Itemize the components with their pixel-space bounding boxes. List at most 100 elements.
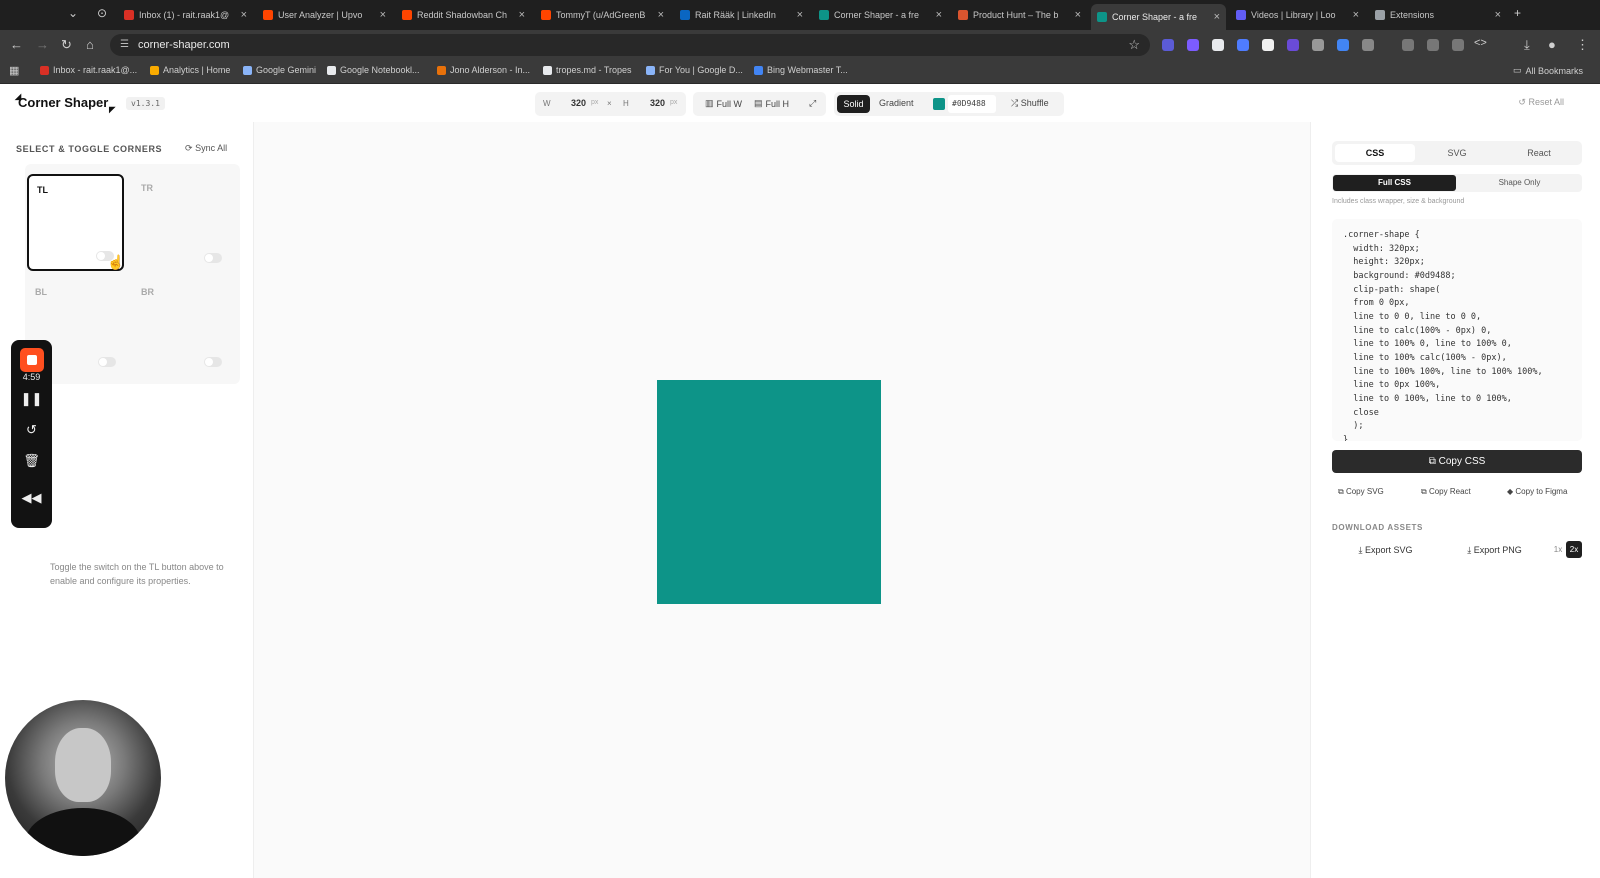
back-icon[interactable]: ← <box>10 37 23 52</box>
code-output[interactable]: .corner-shape { width: 320px; height: 32… <box>1332 219 1582 441</box>
full-width-button[interactable]: ▥ Full W <box>705 98 742 109</box>
restart-icon[interactable]: ↺ <box>11 422 52 438</box>
bookmark-star-icon[interactable]: ☆ <box>1128 37 1140 53</box>
bookmark-item[interactable]: Inbox - rait.raak1@... <box>40 65 137 75</box>
shape-preview[interactable] <box>657 380 881 604</box>
bookmark-item[interactable]: tropes.md - Tropes <box>543 65 632 75</box>
hex-color-input[interactable]: #0D9488 <box>948 95 996 113</box>
copy-css-button[interactable]: ⧉ Copy CSS <box>1332 450 1582 473</box>
browser-tab[interactable]: Rait Rääk | LinkedIn × <box>674 6 809 24</box>
solid-fill-button[interactable]: Solid <box>837 95 870 113</box>
tab-search-icon[interactable]: ⌄ <box>68 6 78 20</box>
tab-close-icon[interactable]: × <box>1214 11 1220 23</box>
reset-all-button[interactable]: ↺ Reset All <box>1518 97 1564 108</box>
scale-2x-button[interactable]: 2x <box>1566 541 1582 558</box>
tab-svg[interactable]: SVG <box>1417 144 1497 162</box>
extension-icon[interactable] <box>1337 39 1349 51</box>
bookmark-item[interactable]: Google Notebookl... <box>327 65 420 75</box>
corner-toggle-tr[interactable] <box>204 253 222 263</box>
extension-icon[interactable] <box>1312 39 1324 51</box>
forward-icon[interactable]: → <box>36 37 49 52</box>
tab-group-icon[interactable]: ⊙ <box>97 6 107 20</box>
extension-icon[interactable] <box>1452 39 1464 51</box>
devtools-icon[interactable]: <> <box>1474 37 1487 49</box>
browser-tab[interactable]: Corner Shaper - a fre × <box>813 6 948 24</box>
tab-css[interactable]: CSS <box>1335 144 1415 162</box>
new-tab-button[interactable]: + <box>1514 6 1521 20</box>
bookmark-item[interactable]: Google Gemini <box>243 65 316 75</box>
all-bookmarks-label: All Bookmarks <box>1525 65 1584 76</box>
export-panel: CSS SVG React Full CSS Shape Only Includ… <box>1310 122 1600 878</box>
all-bookmarks-button[interactable]: ▭ All Bookmarks <box>1513 65 1583 76</box>
tab-close-icon[interactable]: × <box>936 9 942 21</box>
mode-shape-only[interactable]: Shape Only <box>1458 175 1581 191</box>
extension-icon[interactable] <box>1402 39 1414 51</box>
tab-close-icon[interactable]: × <box>1075 9 1081 21</box>
corner-button-tl[interactable]: TL ☝ <box>27 174 124 271</box>
copy-react-button[interactable]: ⧉ Copy React <box>1421 483 1471 501</box>
bookmark-item[interactable]: For You | Google D... <box>646 65 743 75</box>
tab-close-icon[interactable]: × <box>1353 9 1359 21</box>
extension-icon[interactable] <box>1262 39 1274 51</box>
copy-icon: ⧉ <box>1338 487 1344 496</box>
tab-close-icon[interactable]: × <box>1495 9 1501 21</box>
apps-grid-icon[interactable]: ▦ <box>9 64 19 77</box>
height-input[interactable]: 320 <box>650 98 665 108</box>
browser-tab[interactable]: Inbox (1) - rait.raak1@ × <box>118 6 253 24</box>
browser-tab[interactable]: Reddit Shadowban Ch × <box>396 6 531 24</box>
trash-icon[interactable]: 🗑 <box>11 453 52 469</box>
profile-icon[interactable]: ● <box>1548 37 1556 52</box>
reload-icon[interactable]: ↻ <box>61 37 72 53</box>
shuffle-button[interactable]: ⤮ Shuffle <box>1011 98 1049 109</box>
scale-1x-button[interactable]: 1x <box>1551 541 1565 558</box>
corner-toggle-br[interactable] <box>204 357 222 367</box>
export-svg-button[interactable]: ⤓ Export SVG <box>1332 539 1439 561</box>
extension-icon[interactable] <box>1212 39 1224 51</box>
copy-svg-button[interactable]: ⧉ Copy SVG <box>1338 483 1384 501</box>
browser-tab[interactable]: User Analyzer | Upvo × <box>257 6 392 24</box>
bookmark-item[interactable]: Analytics | Home <box>150 65 230 75</box>
download-icon[interactable]: ⤓ <box>1524 37 1530 53</box>
extensions-puzzle-icon[interactable] <box>1362 39 1374 51</box>
tab-close-icon[interactable]: × <box>380 9 386 21</box>
url-field[interactable]: ☰ corner-shaper.com ☆ <box>110 34 1150 56</box>
tab-close-icon[interactable]: × <box>658 9 664 21</box>
menu-kebab-icon[interactable]: ⋮ <box>1576 37 1589 53</box>
tab-react[interactable]: React <box>1499 144 1579 162</box>
app-logo[interactable]: ◢ Corner Shaper ◤ <box>15 92 115 114</box>
browser-tab[interactable]: Extensions × <box>1369 6 1507 24</box>
extension-icon[interactable] <box>1187 39 1199 51</box>
browser-tab[interactable]: Corner Shaper - a fre × <box>1091 4 1226 30</box>
sync-all-button[interactable]: ⟳ Sync All <box>185 143 227 154</box>
extension-icon[interactable] <box>1237 39 1249 51</box>
pause-icon[interactable]: ❚❚ <box>11 391 52 407</box>
copy-to-figma-button[interactable]: ◆ Copy to Figma <box>1507 483 1567 501</box>
extension-icon[interactable] <box>1287 39 1299 51</box>
extension-icon[interactable] <box>1427 39 1439 51</box>
stop-recording-button[interactable] <box>20 348 44 372</box>
expand-icon[interactable]: ⤢ <box>809 98 816 109</box>
mode-full-css[interactable]: Full CSS <box>1333 175 1456 191</box>
gradient-fill-button[interactable]: Gradient <box>879 98 914 108</box>
full-height-button[interactable]: ▤ Full H <box>754 98 789 109</box>
color-swatch[interactable] <box>933 98 945 110</box>
corner-button-tr[interactable]: TR <box>133 174 230 271</box>
home-icon[interactable]: ⌂ <box>86 37 94 52</box>
browser-tab[interactable]: TommyT (u/AdGreenB × <box>535 6 670 24</box>
bookmark-item[interactable]: Jono Alderson - In... <box>437 65 530 75</box>
collapse-icon[interactable]: ◀◀ <box>11 490 52 506</box>
tab-close-icon[interactable]: × <box>519 9 525 21</box>
tab-close-icon[interactable]: × <box>797 9 803 21</box>
full-height-icon: ▤ <box>754 98 763 108</box>
tab-close-icon[interactable]: × <box>241 9 247 21</box>
browser-tab[interactable]: Product Hunt – The b × <box>952 6 1087 24</box>
bookmark-item[interactable]: Bing Webmaster T... <box>754 65 848 75</box>
extension-icon[interactable] <box>1162 39 1174 51</box>
width-input[interactable]: 320 <box>571 98 586 108</box>
site-info-icon[interactable]: ☰ <box>120 39 129 50</box>
corner-toggle-bl[interactable] <box>98 357 116 367</box>
browser-tab[interactable]: Videos | Library | Loo × <box>1230 6 1365 24</box>
address-bar-row: ← → ↻ ⌂ ☰ corner-shaper.com ☆ <> ⤓ ● ⋮ <box>0 30 1600 60</box>
export-png-button[interactable]: ⤓ Export PNG <box>1441 539 1548 561</box>
corner-button-br[interactable]: BR <box>133 278 230 375</box>
